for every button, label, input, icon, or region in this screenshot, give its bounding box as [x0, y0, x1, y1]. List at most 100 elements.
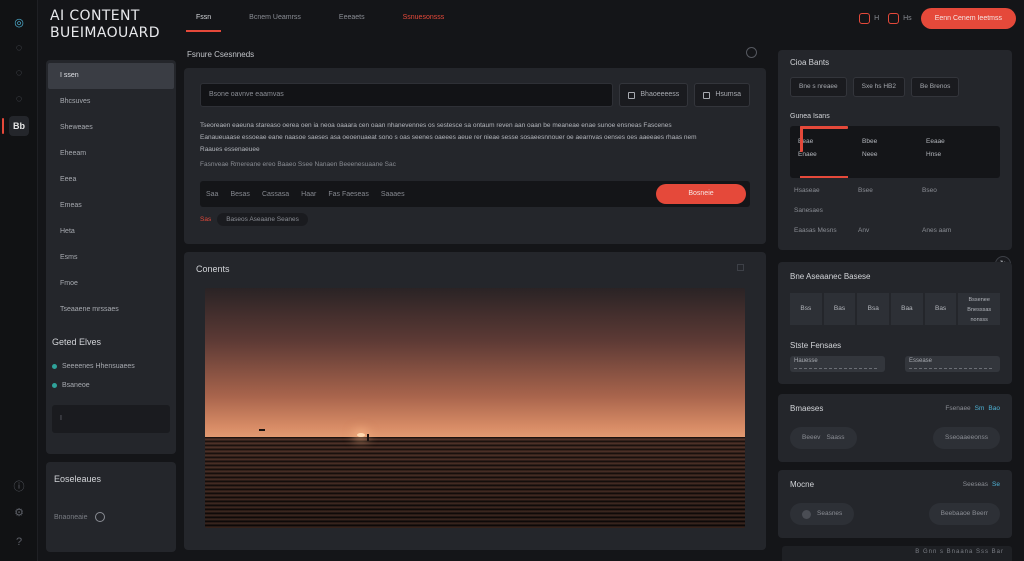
create-content-button[interactable]: Eenn Cenem Ieetmss [920, 8, 1016, 29]
sidebar-item[interactable]: I ssen [48, 63, 174, 89]
messages-button[interactable]: Hs [888, 13, 912, 24]
option-item[interactable]: Saaaes [381, 191, 405, 198]
option-item[interactable]: Saa [206, 191, 218, 198]
status-dot-icon [52, 383, 57, 388]
content-title: Conents [196, 264, 230, 274]
app-title-line2: BUEIMAOUARD [50, 25, 160, 41]
sidebar-item[interactable]: Esms [48, 245, 174, 271]
bell-icon [859, 13, 871, 24]
tab-home[interactable]: Fssn [186, 12, 222, 32]
sidebar-item[interactable]: Tseaaene mrssaes [48, 297, 174, 323]
sidebar-footer-panel: Eoseleaues Bnaoneaie [46, 462, 176, 552]
stat-label: Anes aam [922, 227, 952, 234]
mode-chip[interactable]: Be Brenos [911, 77, 960, 97]
accent-bar [800, 126, 803, 152]
mode-option-button[interactable]: Seasnes [790, 503, 855, 525]
option-item[interactable]: Haar [301, 191, 316, 198]
sidebar-item[interactable]: Bhcsuves [48, 89, 174, 115]
stat-label: Bsee [858, 187, 873, 194]
content-panel: Conents [184, 252, 766, 550]
tab-subscriptions[interactable]: Ssnuesonsss [393, 12, 455, 32]
stat-label: Eeae [798, 138, 814, 145]
style-features-title: Stste Fensaes [790, 341, 842, 350]
app-title: AI CONTENT BUEIMAOUARD [50, 8, 160, 42]
tag-chip[interactable]: Baseos Aseaane Seanes [217, 213, 308, 226]
style-slider[interactable]: Hauesse [790, 356, 885, 372]
option-item[interactable]: Cassasa [262, 191, 289, 198]
mode-chip[interactable]: Sxe hs HB2 [852, 77, 905, 97]
notifications-button[interactable]: H [859, 13, 879, 24]
saved-section-title: Geted Elves [52, 337, 102, 347]
mode-status: Seeseas Se [962, 481, 1000, 488]
sidebar-footer-row[interactable]: Bnaoneaie [54, 512, 168, 522]
message-icon [888, 13, 900, 24]
top-nav: Fssn Bcnem Ueamrss Eeeaets Ssnuesonsss [186, 12, 454, 32]
stats-box: Eeae Bbee Eeaae Enaee Neee Hnse [790, 126, 1000, 178]
stat-label: Enaee [798, 151, 817, 158]
tab-content-library[interactable]: Bcnem Ueamrss [239, 12, 311, 32]
status-dot-icon [52, 364, 57, 369]
sea-texture [205, 436, 745, 528]
generate-button[interactable]: Bosneie [656, 184, 746, 204]
sidebar-item[interactable]: Emeas [48, 193, 174, 219]
option-item[interactable]: Fas Faeseas [328, 191, 368, 198]
info-icon[interactable]: ⓘ [9, 476, 29, 496]
prompt-input[interactable]: Bsone oavnve eaamvas [200, 83, 614, 107]
history-button[interactable]: Hsumsa [694, 83, 750, 107]
style-swatch[interactable]: Bas [924, 293, 957, 325]
generated-image[interactable] [205, 288, 745, 528]
attach-icon [628, 91, 636, 99]
sidebar-footer-title: Eoseleaues [54, 474, 102, 484]
stat-label: Neee [862, 151, 878, 158]
expand-icon[interactable] [737, 264, 744, 271]
style-panel: Bne Aseaanec Basese Bss Bas Bsa Baa Bas … [778, 262, 1012, 384]
style-swatch[interactable]: Bss [790, 293, 822, 325]
stat-label: Hsaseae [794, 187, 820, 194]
preview-button[interactable]: Beeev Saass [790, 427, 857, 449]
saved-item[interactable]: Seeeenes Hhensuaees [46, 357, 176, 376]
help-icon[interactable]: ? [9, 532, 29, 552]
style-swatch-detail[interactable]: Bssenee Bnesssas nonsss [958, 293, 1001, 325]
option-item[interactable]: Besas [230, 191, 249, 198]
sidebar-item[interactable]: Sheweaes [48, 115, 174, 141]
globe-icon[interactable]: ◎ [9, 12, 29, 32]
stat-label [922, 207, 986, 214]
tab-assets[interactable]: Eeeaets [329, 12, 375, 32]
options-bar: Saa Besas Cassasa Haar Fas Faeseas Saaae… [200, 181, 750, 207]
style-panel-title: Bne Aseaanec Basese [790, 272, 871, 281]
attach-button[interactable]: Bhaoeeeess [619, 83, 689, 107]
sidebar-item[interactable]: Eheeam [48, 141, 174, 167]
style-swatch[interactable]: Bas [823, 293, 856, 325]
stat-label: Sanesaes [794, 207, 823, 214]
saved-item[interactable]: Bsaneoe [46, 376, 176, 395]
mode-panel: Mocne Seeseas Se Seasnes Beebaaoe Beerr [778, 470, 1012, 538]
stat-label: Bbee [862, 138, 878, 145]
settings-icon[interactable]: ⚙ [9, 502, 29, 522]
rail-item-icon[interactable]: ◌ [9, 38, 29, 58]
mode-chip[interactable]: Bne s nreaee [790, 77, 847, 97]
tag-label[interactable]: Sas [200, 216, 211, 223]
mode-secondary-button[interactable]: Beebaaoe Beerr [928, 503, 1000, 525]
accent-bar [800, 176, 848, 178]
sidebar-item[interactable]: Heta [48, 219, 174, 245]
export-status: Fsenaee Sm Bao [945, 405, 1000, 412]
style-swatch[interactable]: Bsa [857, 293, 890, 325]
sidebar-input[interactable]: I [52, 405, 170, 433]
rail-item-icon[interactable]: ◌ [9, 63, 29, 83]
dashboard-icon[interactable]: Bb [2, 116, 29, 136]
export-panel: Bmaeses Fsenaee Sm Bao Beeev Saass Sseoa… [778, 394, 1012, 462]
style-swatch[interactable]: Baa [891, 293, 923, 325]
stat-label: Anv [858, 227, 870, 234]
sidebar-item[interactable]: Eeea [48, 167, 174, 193]
icon-rail: ◎ ◌ ◌ ◌ Bb ⓘ ⚙ ? [0, 0, 38, 561]
export-button[interactable]: Sseoaaeeonss [932, 427, 1000, 449]
sidebar-item[interactable]: Fmoe [48, 271, 174, 297]
export-title: Bmaeses [790, 404, 824, 413]
rail-item-icon[interactable]: ◌ [9, 89, 29, 109]
composer-settings-icon[interactable] [746, 47, 757, 58]
toggle-icon[interactable] [95, 512, 106, 522]
app-title-line1: AI CONTENT [50, 8, 140, 24]
style-slider[interactable]: Essease [905, 356, 1000, 372]
prompt-description: Tseoreaen eaeuna stareaso oerea oen ia n… [200, 122, 697, 168]
footer-bar: B Gnn s Bnaana Sss Bar [782, 546, 1012, 561]
